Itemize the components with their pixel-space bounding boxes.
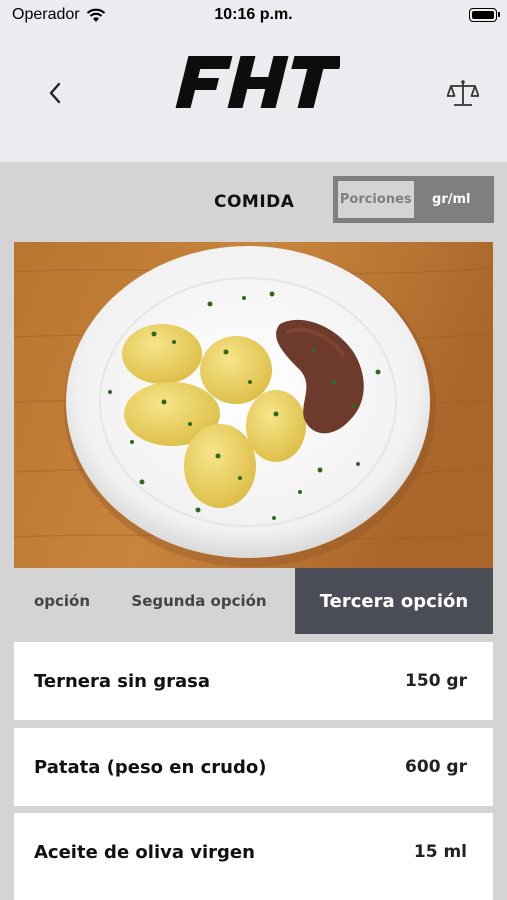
ingredient-row[interactable]: Patata (peso en crudo) 600 gr <box>14 728 493 806</box>
toggle-grams[interactable]: gr/ml <box>413 181 489 218</box>
ingredient-amount: 15 ml <box>413 842 467 862</box>
ingredient-row[interactable]: Aceite de oliva virgen 15 ml <box>14 813 493 900</box>
ingredient-name: Aceite de oliva virgen <box>34 841 255 863</box>
tab-third-option[interactable]: Tercera opción <box>295 568 493 634</box>
ingredient-name: Ternera sin grasa <box>34 670 211 692</box>
balance-scale-icon <box>447 80 479 106</box>
option-tabs: opción Segunda opción Tercera opción <box>14 568 493 634</box>
scale-button[interactable] <box>445 76 481 112</box>
toggle-portions[interactable]: Porciones <box>338 181 414 218</box>
ingredient-amount: 150 gr <box>405 671 467 691</box>
battery-icon <box>469 8 500 22</box>
status-bar: Operador 10:16 p.m. <box>0 0 507 32</box>
tab-first-option[interactable]: opción <box>14 568 90 634</box>
ingredient-name: Patata (peso en crudo) <box>34 756 267 778</box>
meal-header: COMIDA Porciones gr/ml <box>0 162 507 242</box>
chevron-left-icon <box>49 82 61 104</box>
clock: 10:16 p.m. <box>214 6 293 23</box>
plate-image <box>14 242 493 568</box>
unit-toggle[interactable]: Porciones gr/ml <box>333 176 494 223</box>
ingredient-amount: 600 gr <box>405 757 467 777</box>
tab-second-option[interactable]: Segunda opción <box>124 568 274 634</box>
back-button[interactable] <box>40 78 70 108</box>
meal-title: COMIDA <box>214 192 295 212</box>
navigation-bar <box>0 32 507 162</box>
ingredient-row[interactable]: Ternera sin grasa 150 gr <box>14 642 493 720</box>
meal-photo <box>14 242 493 568</box>
fht-logo <box>175 56 340 108</box>
